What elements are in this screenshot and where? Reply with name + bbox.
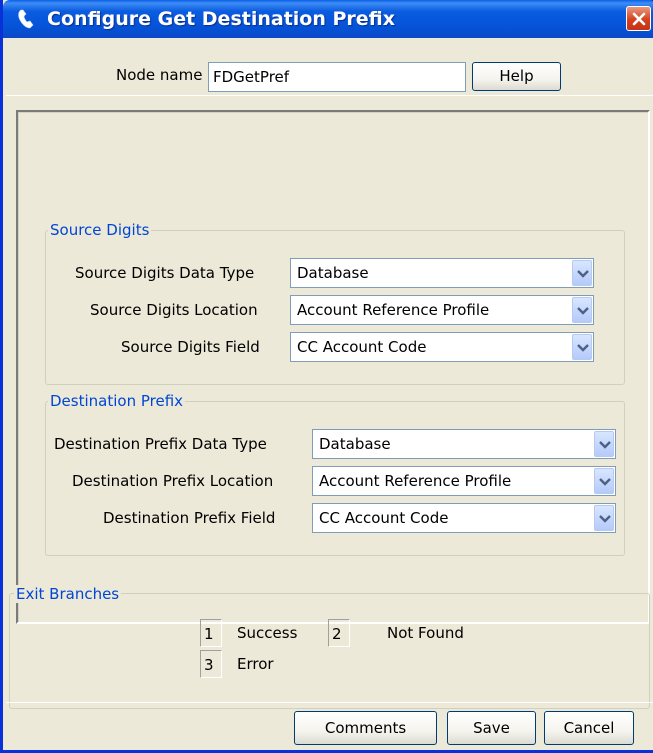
source-field-value: CC Account Code [297,338,427,356]
destination-prefix-legend: Destination Prefix [50,392,184,410]
dialog-body: Node name Help Source Digits Source Digi… [6,38,653,750]
save-button[interactable]: Save [447,711,536,745]
dest-location-select[interactable]: Account Reference Profile [312,466,616,496]
source-location-value: Account Reference Profile [297,301,490,319]
window-title: Configure Get Destination Prefix [47,8,396,30]
exit-branches-panel: Exit Branches 1 Success 2 Not Found 3 Er… [9,585,650,709]
dialog-window: Configure Get Destination Prefix Node na… [0,0,653,753]
exit-branch-number: 2 [328,619,350,647]
close-icon [632,12,646,26]
source-field-label: Source Digits Field [121,338,260,356]
comments-button[interactable]: Comments [294,711,437,745]
dest-field-value: CC Account Code [319,509,449,527]
close-button[interactable] [626,6,651,31]
exit-branch-label: Not Found [387,624,464,642]
dest-data-type-value: Database [319,435,391,453]
dest-field-label: Destination Prefix Field [103,509,276,527]
chevron-down-icon[interactable] [594,468,614,494]
node-name-label: Node name [116,66,203,84]
node-name-bar: Node name Help [6,38,653,96]
dest-field-select[interactable]: CC Account Code [312,503,616,533]
exit-branch-number: 3 [200,650,222,678]
chevron-down-icon[interactable] [572,334,592,360]
source-field-select[interactable]: CC Account Code [290,332,594,362]
chevron-down-icon[interactable] [594,505,614,531]
chevron-down-icon[interactable] [594,431,614,457]
source-location-select[interactable]: Account Reference Profile [290,295,594,325]
phone-handset-icon [15,7,39,31]
dest-data-type-label: Destination Prefix Data Type [54,435,267,453]
node-name-input[interactable] [208,62,466,92]
main-panel: Source Digits Source Digits Data Type Da… [16,110,650,624]
exit-branches-legend: Exit Branches [14,585,122,603]
source-digits-legend: Source Digits [50,221,150,239]
source-data-type-label: Source Digits Data Type [75,264,255,282]
dest-location-label: Destination Prefix Location [72,472,274,490]
exit-branch-label: Success [237,624,298,642]
chevron-down-icon[interactable] [572,297,592,323]
source-location-label: Source Digits Location [90,301,258,319]
source-data-type-value: Database [297,264,369,282]
chevron-down-icon[interactable] [572,260,592,286]
help-button[interactable]: Help [472,62,561,91]
cancel-button[interactable]: Cancel [544,711,634,745]
dest-data-type-select[interactable]: Database [312,429,616,459]
source-data-type-select[interactable]: Database [290,258,594,288]
title-bar[interactable]: Configure Get Destination Prefix [3,0,653,38]
exit-branch-label: Error [237,655,274,673]
dest-location-value: Account Reference Profile [319,472,512,490]
button-bar: Comments Save Cancel [6,702,653,750]
exit-branch-number: 1 [200,619,222,647]
